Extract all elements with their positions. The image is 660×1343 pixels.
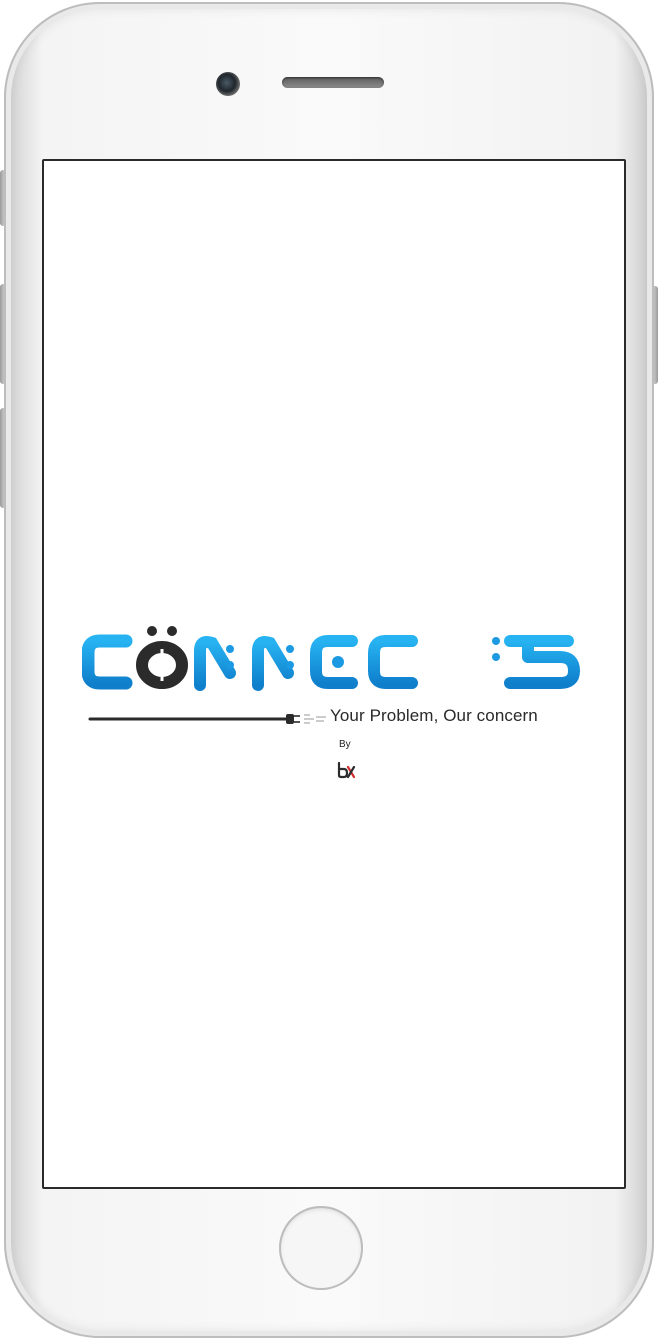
front-camera-icon [216,72,240,96]
tagline: Your Problem, Our concern [330,706,538,725]
home-button[interactable] [279,1206,363,1290]
tagline-row: Your Problem, Our concern [88,706,608,730]
power-cord-plug-icon [88,714,326,724]
splash-screen: Your Problem, Our concern By [42,159,626,1189]
earpiece-speaker [282,77,384,88]
connects-logo [82,626,580,691]
by-label: By [339,739,351,750]
bt-logo-icon [337,761,356,779]
phone-frame: Your Problem, Our concern By [4,2,654,1338]
device-mockup: Your Problem, Our concern By [0,0,660,1343]
